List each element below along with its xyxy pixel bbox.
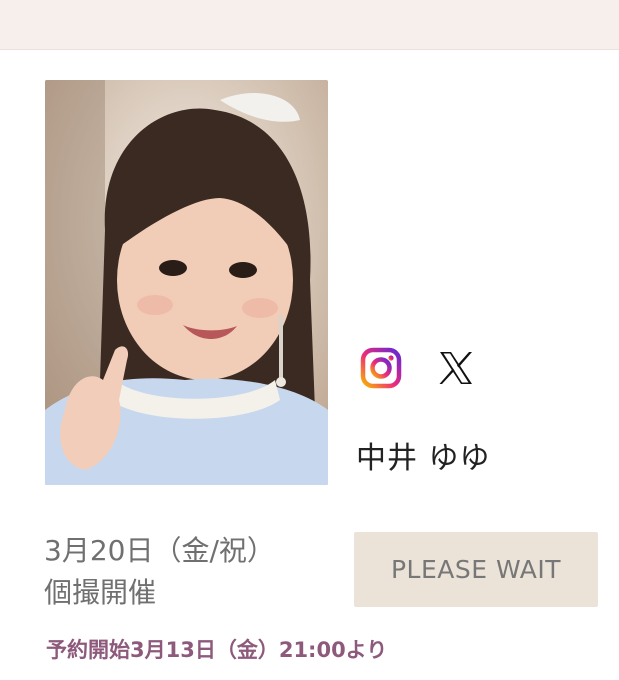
event-type-line: 個撮開催 bbox=[44, 576, 157, 609]
please-wait-button[interactable]: PLEASE WAIT bbox=[354, 532, 598, 607]
x-logo-icon[interactable] bbox=[436, 348, 476, 388]
reservation-start-text: 予約開始3月13日（金）21:00より bbox=[46, 638, 388, 662]
social-links bbox=[360, 346, 476, 390]
model-name: 中井 ゆゆ bbox=[356, 441, 491, 476]
portrait-photo[interactable] bbox=[45, 80, 328, 485]
event-date: 3月20日（金/祝） 個撮開催 bbox=[44, 530, 275, 614]
top-header-band bbox=[0, 0, 619, 50]
portrait-illustration bbox=[45, 80, 328, 485]
instagram-icon[interactable] bbox=[360, 347, 402, 389]
event-date-line: 3月20日（金/祝） bbox=[44, 534, 275, 567]
